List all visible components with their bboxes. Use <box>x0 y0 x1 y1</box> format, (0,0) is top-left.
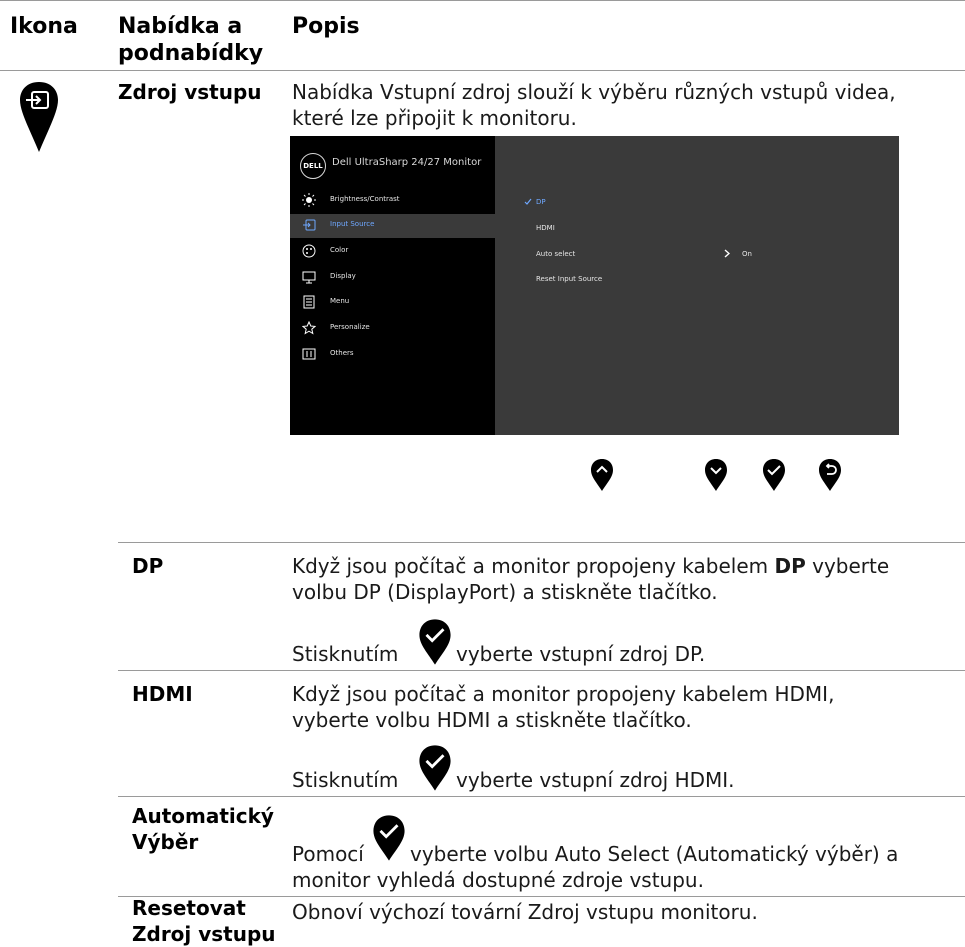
column-header-description: Popis <box>292 14 360 39</box>
header-top-rule <box>0 0 965 1</box>
row-dp-line2: volbu DP (DisplayPort) a stiskněte tlačí… <box>292 580 718 604</box>
brightness-icon <box>302 193 316 207</box>
osd-option-auto-select[interactable]: Auto select <box>536 250 575 258</box>
row-dp-press-post: vyberte vstupní zdroj DP. <box>456 642 706 666</box>
row-dp-press-pre: Stisknutím <box>292 642 399 666</box>
osd-menu-color[interactable]: Color <box>290 240 495 264</box>
star-icon <box>302 321 316 335</box>
input-source-icon <box>20 82 58 152</box>
osd-sidebar: DELL Dell UltraSharp 24/27 Monitor Brigh… <box>290 136 495 435</box>
row-auto-line1-pre: Pomocí <box>292 842 364 866</box>
check-button-icon <box>373 815 405 861</box>
osd-option-hdmi[interactable]: HDMI <box>536 224 555 232</box>
display-icon <box>302 271 316 284</box>
osd-menu-input-source[interactable]: Input Source <box>290 214 495 238</box>
column-header-menu-line2: podnabídky <box>118 41 264 66</box>
osd-menu-label: Input Source <box>330 220 375 228</box>
osd-option-reset[interactable]: Reset Input Source <box>536 275 602 283</box>
row-dp-line1-pre: Když jsou počítač a monitor propojeny ka… <box>292 554 775 578</box>
osd-title: Dell UltraSharp 24/27 Monitor <box>332 157 482 168</box>
row-hdmi-line1: Když jsou počítač a monitor propojeny ka… <box>292 682 835 706</box>
row-label-auto-line1: Automatický <box>132 804 274 828</box>
osd-menu-label: Color <box>330 246 349 254</box>
osd-menu-menu[interactable]: Menu <box>290 291 495 315</box>
column-header-icon: Ikona <box>10 14 78 39</box>
row-auto-line1-post: vyberte volbu Auto Select (Automatický v… <box>410 842 899 866</box>
row-separator-auto <box>118 796 965 797</box>
check-button-icon <box>419 745 451 791</box>
osd-menu-label: Menu <box>330 297 350 305</box>
section-description-line1: Nabídka Vstupní zdroj slouží k výběru rů… <box>292 80 896 104</box>
osd-menu-display[interactable]: Display <box>290 266 495 290</box>
osd-menu-personalize[interactable]: Personalize <box>290 317 495 341</box>
osd-menu-label: Brightness/Contrast <box>330 195 400 203</box>
row-label-hdmi: HDMI <box>132 682 193 706</box>
color-palette-icon <box>302 244 316 258</box>
others-icon <box>302 348 316 360</box>
osd-menu-others[interactable]: Others <box>290 343 495 367</box>
row-label-reset-line1: Resetovat <box>132 896 246 920</box>
osd-menu-label: Others <box>330 349 354 357</box>
osd-option-auto-select-value: On <box>742 250 752 258</box>
osd-screenshot: DELL Dell UltraSharp 24/27 Monitor Brigh… <box>290 136 899 435</box>
section-description-line2: které lze připojit k monitoru. <box>292 106 577 130</box>
row-separator-dp <box>118 542 965 543</box>
row-label-dp: DP <box>132 554 164 578</box>
menu-icon <box>303 295 315 309</box>
osd-menu-label: Display <box>330 272 356 280</box>
back-button-icon[interactable] <box>818 458 842 492</box>
row-hdmi-line2: vyberte volbu HDMI a stiskněte tlačítko. <box>292 708 692 732</box>
column-header-menu-line1: Nabídka a <box>118 14 243 39</box>
row-auto-line2: monitor vyhledá dostupné zdroje vstupu. <box>292 868 704 892</box>
osd-menu-brightness-contrast[interactable]: Brightness/Contrast <box>290 189 495 213</box>
row-hdmi-press-post: vyberte vstupní zdroj HDMI. <box>456 768 735 792</box>
row-dp-line1-bold: DP <box>774 554 806 578</box>
up-button-icon[interactable] <box>590 458 614 492</box>
input-source-icon <box>303 219 316 231</box>
row-hdmi-press-pre: Stisknutím <box>292 768 399 792</box>
check-icon <box>524 198 532 205</box>
row-dp-line1: Když jsou počítač a monitor propojeny ka… <box>292 554 889 579</box>
down-button-icon[interactable] <box>704 458 728 492</box>
section-name: Zdroj vstupu <box>118 80 262 104</box>
osd-option-dp[interactable]: DP <box>536 198 546 206</box>
row-reset-line1: Obnoví výchozí tovární Zdroj vstupu moni… <box>292 900 758 924</box>
row-label-auto-line2: Výběr <box>132 830 199 854</box>
chevron-right-icon <box>724 249 730 258</box>
row-dp-line1-post: vyberte <box>805 554 890 578</box>
row-label-reset-line2: Zdroj vstupu <box>132 922 276 946</box>
header-bottom-rule <box>0 70 965 71</box>
dell-logo: DELL <box>300 153 326 179</box>
row-separator-hdmi <box>118 670 965 671</box>
check-button-icon[interactable] <box>762 458 786 492</box>
check-button-icon <box>419 619 451 665</box>
osd-menu-label: Personalize <box>330 323 370 331</box>
